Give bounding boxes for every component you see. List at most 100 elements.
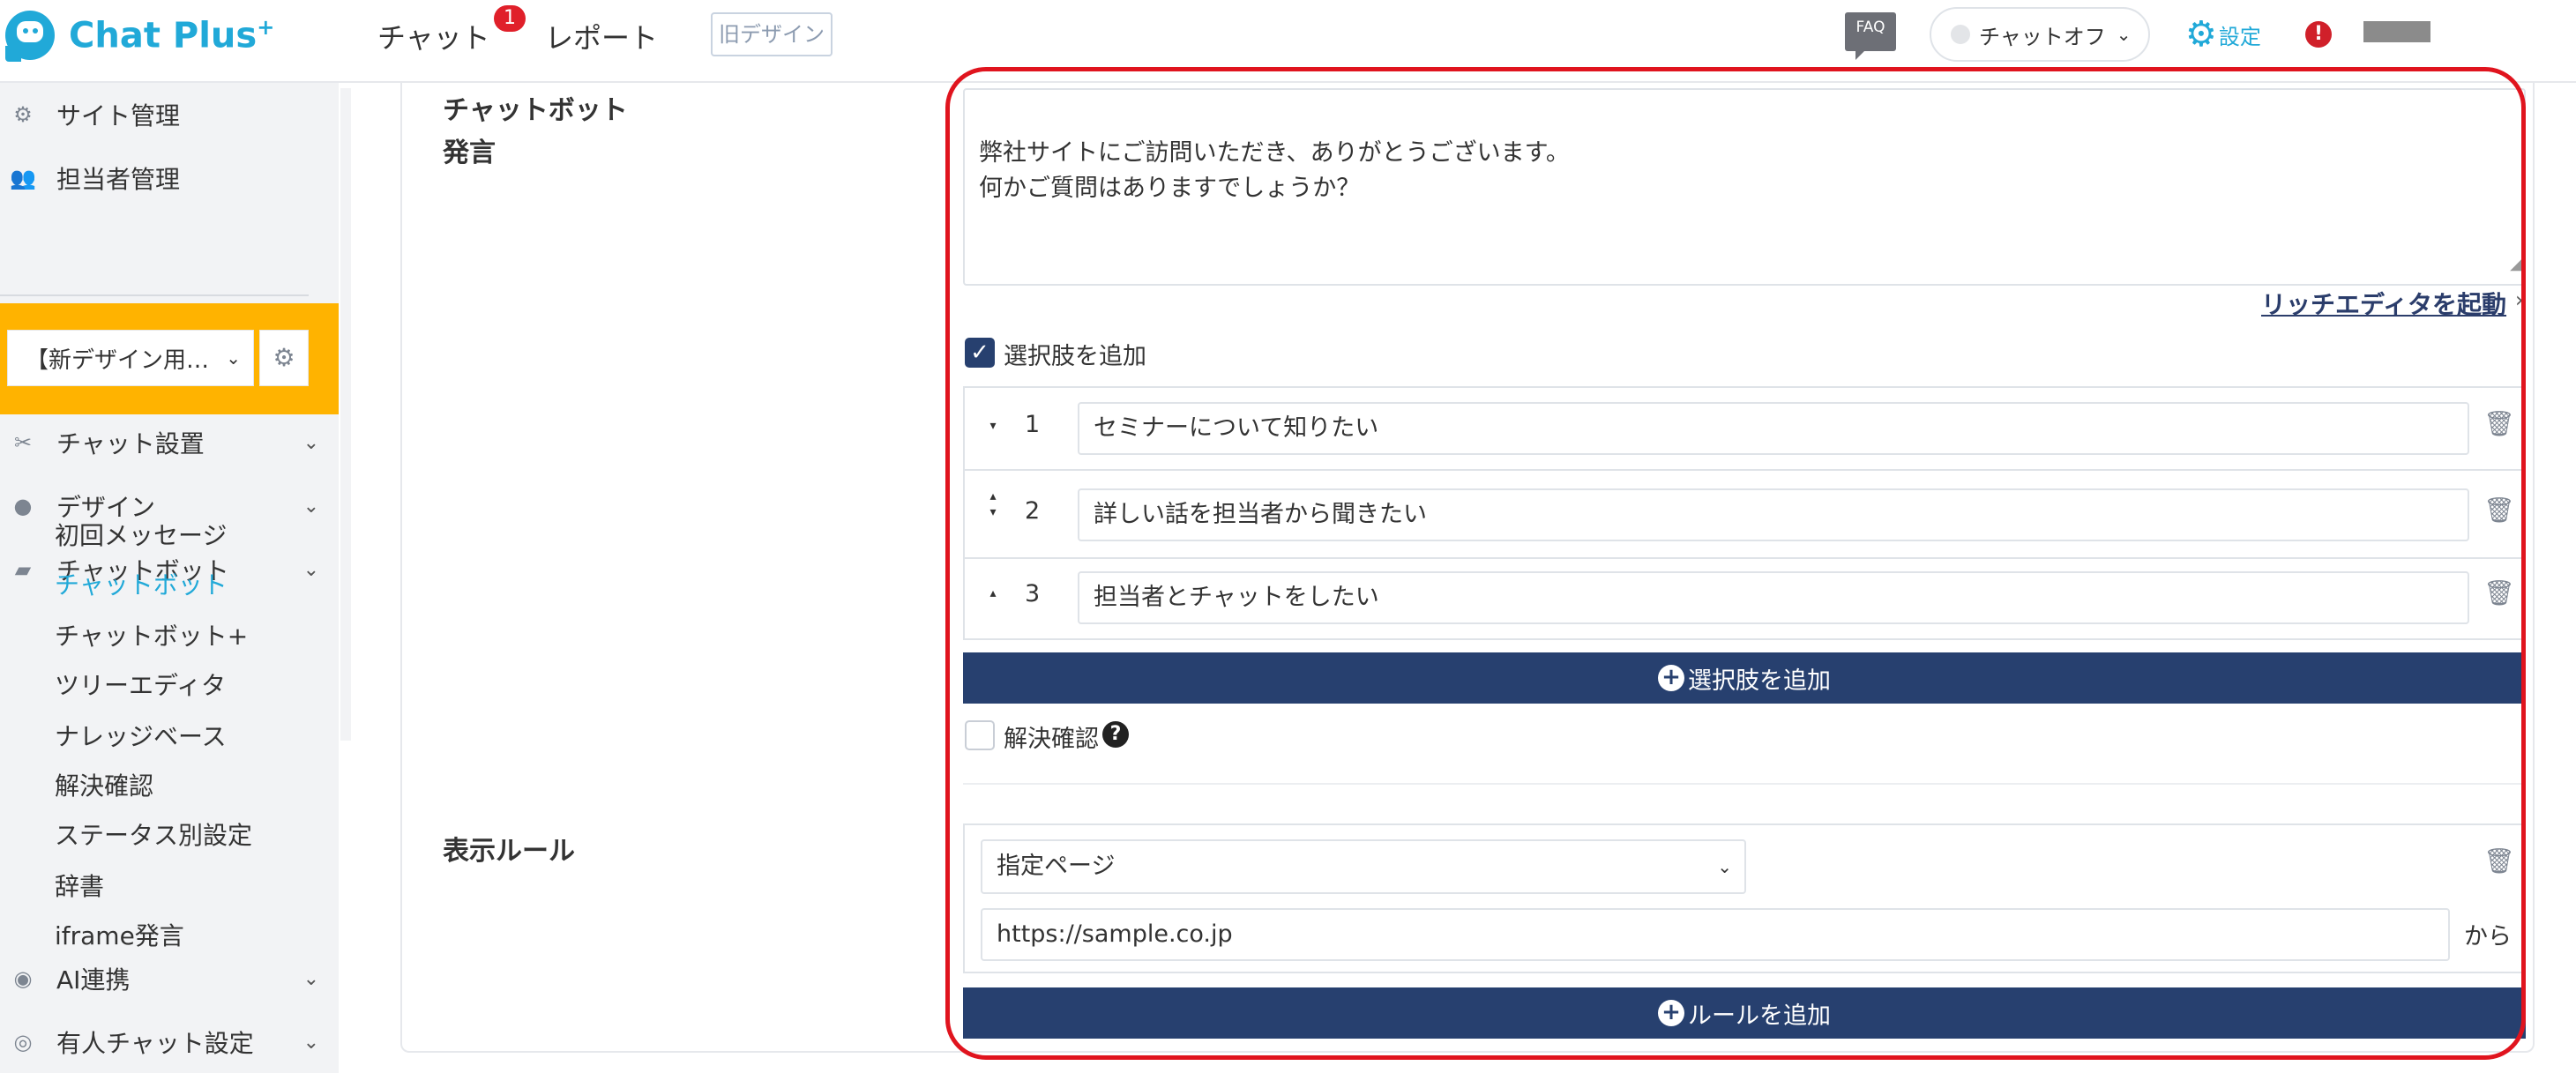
rule-type-value: 指定ページ (997, 853, 1116, 880)
sidebar-sub-status-settings[interactable]: ステータス別設定 (55, 816, 252, 852)
choice-input[interactable]: 詳しい話を担当者から聞きたい (1078, 488, 2469, 541)
chevron-down-icon: ⌄ (302, 495, 319, 518)
nav-report[interactable]: レポート (545, 16, 658, 56)
add-choices-checkbox[interactable]: ✓ (965, 338, 995, 368)
chevron-down-icon: ⌄ (302, 558, 319, 581)
chatbot-message-textarea[interactable]: 弊社サイトにご訪問いただき、ありがとうございます。 何かご質問はありますでしょう… (963, 88, 2526, 286)
sidebar-sub-resolve-confirm[interactable]: 解決確認 (55, 767, 153, 802)
help-icon[interactable]: ? (1102, 721, 1129, 748)
sidebar-item-label: チャット設置 (56, 429, 205, 458)
chatbot-message-label: チャットボット (443, 95, 628, 126)
rich-editor-link[interactable]: リッチエディタを起動 (2261, 286, 2506, 321)
rule-url-input[interactable]: https://sample.co.jp (981, 908, 2450, 961)
sidebar-sub-first-message[interactable]: 初回メッセージ (55, 517, 227, 552)
site-settings-gear-icon[interactable]: ⚙ (259, 330, 309, 386)
resolve-confirm-checkbox[interactable] (965, 720, 995, 750)
sidebar-item-label: 担当者管理 (56, 165, 181, 194)
section-divider (963, 783, 2526, 785)
chevron-down-icon: ⌄ (302, 967, 319, 990)
sidebar-item-human-chat[interactable]: ◎ 有人チャット設定 ⌄ (0, 1016, 339, 1069)
ai-icon: ◉ (13, 966, 33, 991)
chat-status-toggle[interactable]: チャットオフ ⌄ (1930, 7, 2150, 62)
trash-icon[interactable]: 🗑 (2483, 846, 2515, 876)
move-up-down-icon[interactable]: ▴ ▾ (984, 488, 1002, 520)
choice-input[interactable]: セミナーについて知りたい (1078, 402, 2469, 455)
resize-grip-icon[interactable]: ◢ (2510, 247, 2522, 282)
logo-text: Chat Plus+ (69, 14, 275, 56)
chevron-down-icon: ⌄ (1717, 856, 1732, 877)
choice-number: 1 (1025, 411, 1041, 438)
sidebar-scrollbar[interactable] (340, 88, 351, 741)
logo-bubble-icon (5, 11, 55, 62)
sidebar-sub-knowledge-base[interactable]: ナレッジベース (55, 718, 227, 753)
sidebar-item-chat-settings[interactable]: ✂ チャット設置 ⌄ (0, 416, 339, 469)
choice-row: ▴ ▾ 2 詳しい話を担当者から聞きたい 🗑 (965, 471, 2524, 555)
sidebar-item-site-management[interactable]: ⚙ サイト管理 (0, 88, 339, 141)
sidebar-item-label: サイト管理 (56, 101, 181, 130)
status-label: チャットオフ (1979, 24, 2106, 49)
header: Chat Plus+ チャット 1 レポート 旧デザイン FAQ チャットオフ … (0, 0, 2576, 83)
sidebar-sub-chatbot-plus[interactable]: チャットボット+ (55, 617, 248, 652)
users-icon: 👥 (10, 166, 36, 190)
chat-plus-logo[interactable]: Chat Plus+ (5, 9, 274, 62)
choice-input[interactable]: 担当者とチャットをしたい (1078, 571, 2469, 624)
tools-icon: ✂ (13, 430, 33, 455)
settings-label: 設定 (2218, 24, 2261, 49)
person-icon: ◎ (13, 1030, 33, 1054)
trash-icon[interactable]: 🗑 (2483, 496, 2515, 525)
gear-icon: ⚙ (13, 102, 33, 127)
sidebar-item-label: AI連携 (56, 965, 131, 995)
add-choice-button-label: 選択肢を追加 (1688, 667, 1831, 695)
status-dot-icon (1951, 25, 1970, 44)
chatbot-message-text: 弊社サイトにご訪問いただき、ありがとうございます。 何かご質問はありますでしょう… (979, 139, 1570, 202)
sidebar-sub-tree-editor[interactable]: ツリーエディタ (55, 667, 226, 702)
sidebar-sub-chatbot-active[interactable]: チャットボット (55, 566, 228, 601)
chat-notification-badge: 1 (494, 5, 526, 32)
chevron-down-icon: ⌄ (226, 347, 241, 369)
faq-icon[interactable]: FAQ (1845, 12, 1896, 60)
rule-type-select[interactable]: 指定ページ ⌄ (981, 839, 1746, 894)
move-up-icon[interactable]: ▴ (984, 585, 1002, 601)
sidebar-divider (0, 294, 309, 296)
alert-icon[interactable]: ! (2305, 21, 2332, 48)
chevron-down-icon: ⌄ (302, 431, 319, 454)
choice-row: ▴ 3 担当者とチャットをしたい 🗑 (965, 559, 2524, 644)
plus-circle-icon: + (1658, 1000, 1684, 1026)
sidebar-item-staff-management[interactable]: 👥 担当者管理 (0, 152, 339, 205)
choice-list: ▾ 1 セミナーについて知りたい 🗑 ▴ ▾ 2 詳しい話を担当者から聞きたい 🗑… (963, 386, 2526, 640)
palette-icon: ● (13, 494, 33, 518)
chatbot-message-label-2: 発言 (443, 138, 496, 168)
add-choices-checkbox-label: 選択肢を追加 (1004, 343, 1146, 370)
move-down-icon[interactable]: ▾ (984, 418, 1002, 434)
gear-icon: ⚙ (2185, 14, 2217, 55)
site-selector-panel: 【新デザイン用… ⌄ ⚙ (0, 303, 339, 414)
chevron-down-icon: ⌄ (2116, 24, 2132, 45)
site-select-value: 【新デザイン用… (26, 346, 210, 374)
chevron-right-icon: › (2515, 287, 2524, 312)
sidebar-item-ai[interactable]: ◉ AI連携 ⌄ (0, 952, 339, 1005)
add-rule-button[interactable]: + ルールを追加 (963, 987, 2526, 1039)
sidebar-sub-iframe[interactable]: iframe発言 (55, 917, 184, 952)
user-name-redacted[interactable] (2363, 21, 2430, 42)
display-rule-box: 指定ページ ⌄ 🗑 https://sample.co.jp から (963, 823, 2526, 973)
trash-icon[interactable]: 🗑 (2483, 578, 2515, 607)
choice-row: ▾ 1 セミナーについて知りたい 🗑 (965, 388, 2524, 473)
choice-number: 2 (1025, 497, 1041, 525)
site-select[interactable]: 【新デザイン用… ⌄ (7, 330, 254, 386)
display-rule-label: 表示ルール (443, 836, 575, 867)
sidebar-sub-dictionary[interactable]: 辞書 (55, 868, 104, 903)
rule-suffix: から (2464, 923, 2512, 950)
old-design-button[interactable]: 旧デザイン (711, 12, 833, 56)
sidebar-item-label: 有人チャット設定 (56, 1029, 254, 1058)
resolve-confirm-label: 解決確認 (1004, 726, 1099, 753)
add-rule-button-label: ルールを追加 (1688, 1002, 1831, 1030)
add-choice-button[interactable]: + 選択肢を追加 (963, 652, 2526, 704)
chat-bubbles-icon: ▰ (14, 557, 32, 582)
nav-chat[interactable]: チャット (377, 16, 490, 56)
plus-circle-icon: + (1658, 665, 1684, 691)
trash-icon[interactable]: 🗑 (2483, 409, 2515, 438)
settings-link[interactable]: ⚙ 設定 (2185, 14, 2261, 55)
chevron-down-icon: ⌄ (302, 1031, 319, 1054)
sidebar: ⚙ サイト管理 👥 担当者管理 【新デザイン用… ⌄ ⚙ ✂ チャット設置 ⌄ … (0, 83, 339, 1073)
choice-number: 3 (1025, 580, 1041, 607)
